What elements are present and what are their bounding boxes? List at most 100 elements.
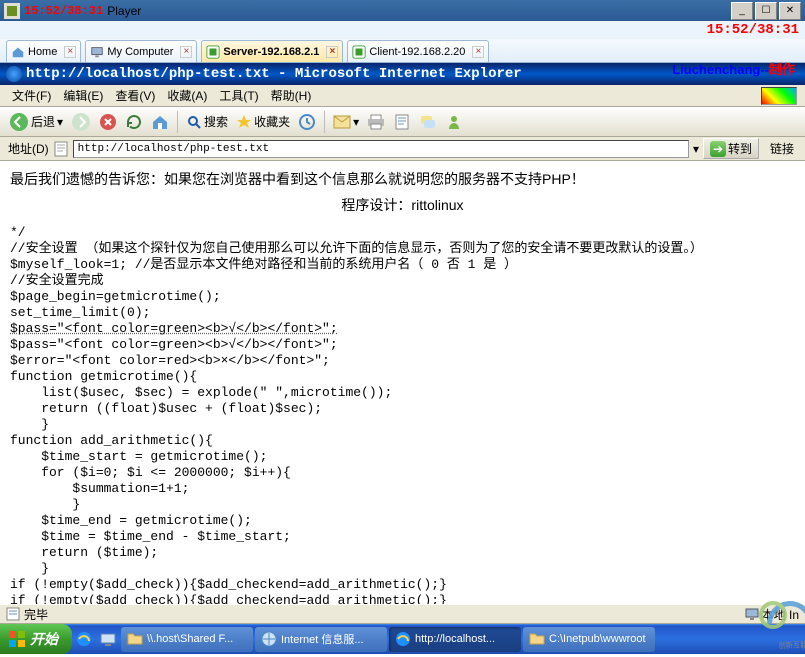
vm-tab[interactable]: Home × [6,40,81,62]
code-line: $pass="<font color=green><b>√</b></font>… [10,337,795,353]
code-line: } [10,561,795,577]
history-button[interactable] [295,110,319,134]
address-input[interactable] [73,140,689,158]
vm-tab-label: Server-192.168.2.1 [223,46,319,58]
refresh-button[interactable] [122,110,146,134]
maximize-button[interactable]: ☐ [755,2,777,20]
start-label: 开始 [30,629,58,649]
print-button[interactable] [364,110,388,134]
ie-title-text: http://localhost/php-test.txt - Microsof… [26,66,522,82]
home-button[interactable] [148,110,172,134]
forward-button[interactable] [68,110,94,134]
discuss-button[interactable] [416,110,440,134]
window-controls: _ ☐ ✕ [731,2,801,20]
designer-text: 程序设计：rittolinux [10,197,795,213]
task-label: http://localhost... [415,633,495,645]
windows-logo-icon [8,630,26,648]
task-label: C:\Inetpub\wwwroot [549,633,646,645]
vm-tab[interactable]: My Computer × [85,40,197,62]
quicklaunch-desktop[interactable] [98,629,118,649]
security-zone: 本地 In [745,606,799,623]
code-line: if (!empty($add_check)){$add_checkend=ad… [10,593,795,604]
menu-item[interactable]: 收藏(A) [163,85,211,106]
code-line: */ [10,225,795,241]
go-label: 转到 [728,140,752,157]
player-title-time: 15:52/38:31 [24,4,103,18]
code-line: if (!empty($add_check)){$add_checkend=ad… [10,577,795,593]
ie-menubar: 文件(F)编辑(E)查看(V)收藏(A)工具(T)帮助(H) [0,85,805,107]
messenger-button[interactable] [442,110,466,134]
code-line: //安全设置完成 [10,273,795,289]
credit-time: 15:52/38:31 [707,22,799,38]
mail-button[interactable]: ▾ [330,110,362,134]
close-icon[interactable]: × [180,46,192,58]
chevron-down-icon[interactable]: ▾ [693,142,699,156]
back-button[interactable]: 后退 ▾ [6,110,66,134]
code-line: $summation=1+1; [10,481,795,497]
edit-button[interactable] [390,110,414,134]
code-line: $time_end = getmicrotime(); [10,513,795,529]
links-button[interactable]: 链接 [763,137,801,161]
zone-label: 本地 In [762,606,799,623]
computer-icon [745,607,759,621]
favorites-button[interactable]: 收藏夹 [233,110,293,134]
menu-item[interactable]: 帮助(H) [267,85,316,106]
vm-tab[interactable]: Client-192.168.2.20× [347,40,489,62]
close-icon[interactable]: × [64,46,76,58]
menu-item[interactable]: 编辑(E) [59,85,107,106]
task-buttons: \\.host\Shared F... Internet 信息服... http:/… [120,627,805,652]
code-line: return ((float)$usec + (float)$sec); [10,401,795,417]
player-title-app: Player [107,4,141,18]
menu-item[interactable]: 查看(V) [111,85,159,106]
ie-logo-icon [6,66,22,82]
stop-button[interactable] [96,110,120,134]
minimize-button[interactable]: _ [731,2,753,20]
close-icon[interactable]: × [326,46,338,58]
go-button[interactable]: ➔ 转到 [703,138,759,159]
windows-taskbar: 开始 \\.host\Shared F... Internet 信息服... htt… [0,624,805,654]
address-label: 地址(D) [8,140,49,157]
vm-tab[interactable]: Server-192.168.2.1 × [201,40,343,62]
start-button[interactable]: 开始 [0,624,72,654]
go-arrow-icon: ➔ [710,141,726,157]
player-icon [4,3,20,19]
vm-tab-label: My Computer [107,46,173,58]
status-text: 完毕 [24,606,48,623]
taskbar-task[interactable]: \\.host\Shared F... [121,627,253,652]
code-line: $page_begin=getmicrotime(); [10,289,795,305]
taskbar-task[interactable]: Internet 信息服... [255,627,387,652]
separator [177,111,178,133]
code-line: function getmicrotime(){ [10,369,795,385]
done-icon [6,607,20,621]
menu-item[interactable]: 文件(F) [8,85,55,106]
taskbar-task[interactable]: http://localhost... [389,627,521,652]
player-titlebar: 15:52/38:31 Player _ ☐ ✕ [0,0,805,21]
favorites-label: 收藏夹 [254,113,290,130]
separator [324,111,325,133]
code-line: //安全设置 （如果这个探针仅为您自己使用那么可以允许下面的信息显示，否则为了您… [10,241,795,257]
code-line: } [10,417,795,433]
ie-statusbar: 完毕 本地 In [0,604,805,624]
code-line: set_time_limit(0); [10,305,795,321]
code-line: $time_start = getmicrotime(); [10,449,795,465]
page-icon [53,141,69,157]
back-label: 后退 [31,113,55,130]
ie-toolbar: 后退 ▾ 搜索 收藏夹 ▾ [0,107,805,137]
close-icon[interactable]: × [472,46,484,58]
notice-text: 最后我们遗憾的告诉您：如果您在浏览器中看到这个信息那么就说明您的服务器不支持PH… [10,171,795,187]
windows-flag-icon [761,87,797,105]
menu-item[interactable]: 工具(T) [215,85,262,106]
quicklaunch-ie[interactable] [74,629,94,649]
search-label: 搜索 [204,113,228,130]
taskbar-task[interactable]: C:\Inetpub\wwwroot [523,627,655,652]
ie-addressbar: 地址(D) ▾ ➔ 转到 链接 [0,137,805,161]
credit-author: Liuchenchang--制作 [672,59,795,78]
credit-bar: 15:52/38:31 [0,21,805,39]
code-line: function add_arithmetic(){ [10,433,795,449]
close-button[interactable]: ✕ [779,2,801,20]
code-line: list($usec, $sec) = explode(" ",microtim… [10,385,795,401]
task-label: \\.host\Shared F... [147,633,233,645]
search-button[interactable]: 搜索 [183,110,231,134]
chevron-down-icon: ▾ [57,115,63,129]
vm-tab-label: Home [28,46,57,58]
